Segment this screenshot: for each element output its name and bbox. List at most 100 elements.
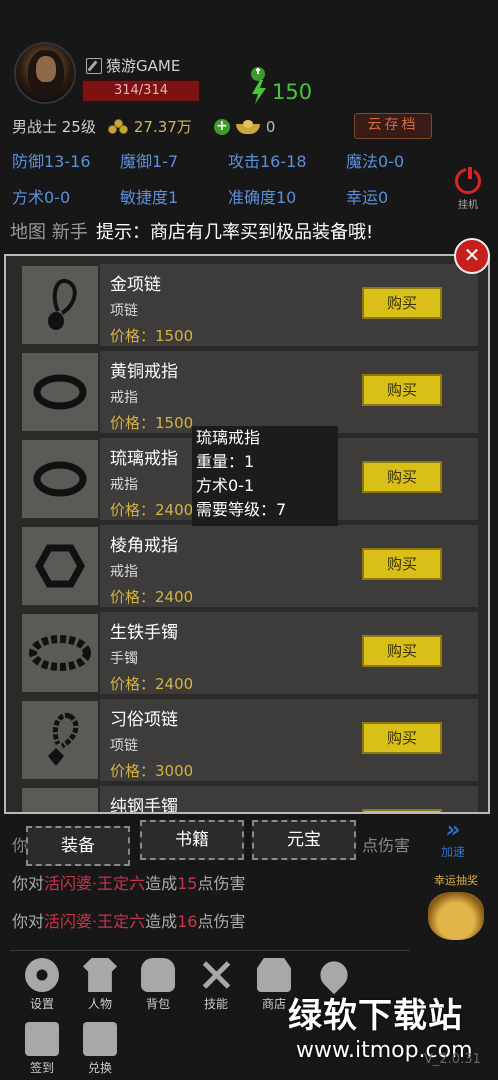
item-type: 戒指: [110, 477, 138, 493]
bag-icon: [141, 958, 175, 992]
log-line-partial-end: 点伤害: [362, 836, 411, 855]
ring-icon: [20, 438, 100, 520]
item-type: 戒指: [110, 390, 138, 406]
necklace-icon: [20, 699, 100, 781]
category-ingots-button[interactable]: 元宝: [252, 820, 356, 860]
shop-item: 棱角戒指 戒指 价格：2400 购买: [20, 525, 478, 607]
bracelet-icon: [20, 786, 100, 812]
nav-exchange[interactable]: 兑换: [78, 1022, 122, 1076]
player-avatar[interactable]: [14, 42, 76, 104]
buy-button[interactable]: 购买: [362, 635, 442, 667]
energy-value: 150: [272, 80, 313, 104]
item-type: 手镯: [110, 651, 138, 667]
lucky-draw-button[interactable]: 幸运抽奖: [418, 872, 494, 940]
item-tooltip: 琉璃戒指 重量：1 方术0-1 需要等级：7: [192, 426, 338, 526]
attr-accuracy: 准确度10: [228, 188, 297, 207]
nav-skills[interactable]: 技能: [194, 958, 238, 1012]
version-label: V_2.0.31: [424, 1052, 481, 1067]
shop-modal: 金项链 项链 价格：1500 购买 黄铜戒指 戒指 价格：1500 购买 琉璃戒…: [4, 254, 490, 814]
combat-log-line: 你对活闪婆·王定六造成15点伤害: [12, 874, 246, 893]
idle-label: 挂机: [458, 200, 478, 211]
gear-icon: [25, 958, 59, 992]
tip-banner: 提示：商店有几率买到极品装备哦!: [96, 222, 374, 243]
hp-bar: 314/314: [82, 80, 200, 102]
item-price: 价格：2400: [110, 675, 194, 693]
map-label: 地图 新手: [10, 222, 88, 243]
buy-button[interactable]: 购买: [362, 374, 442, 406]
shop-item: 生铁手镯 手镯 价格：2400 购买: [20, 612, 478, 694]
money-bag-icon: [428, 892, 484, 940]
item-name: 棱角戒指: [110, 536, 178, 556]
angular-ring-icon: [20, 525, 100, 607]
tooltip-level: 需要等级：7: [196, 500, 287, 519]
attr-luck: 幸运0: [346, 188, 389, 207]
divider: [10, 950, 410, 951]
nav-backpack[interactable]: 背包: [136, 958, 180, 1012]
tooltip-attr: 方术0-1: [196, 476, 255, 495]
player-name-row[interactable]: 猿游GAME: [86, 55, 180, 76]
add-ingot-icon[interactable]: +: [213, 118, 230, 135]
category-books-button[interactable]: 书籍: [140, 820, 244, 860]
cloud-save-button[interactable]: 云存档: [354, 113, 432, 139]
attr-agility: 敏捷度1: [120, 188, 179, 207]
bracelet-icon: [20, 612, 100, 694]
category-equipment-button[interactable]: 装备: [26, 826, 130, 866]
ingot-icon: [235, 119, 260, 134]
sword-icon: [199, 958, 233, 992]
necklace-icon: [20, 264, 100, 346]
attributes-grid: 防御13-16 魔御1-7 攻击16-18 魔法0-0 方术0-0 敏捷度1 准…: [12, 148, 452, 208]
combat-log-line: 你对活闪婆·王定六造成16点伤害: [12, 912, 246, 931]
buy-button[interactable]: 购买: [362, 722, 442, 754]
item-name: 习俗项链: [110, 710, 178, 730]
speed-label: 加速: [440, 845, 465, 859]
attr-defense: 防御13-16: [12, 152, 91, 171]
item-price: 价格：1500: [110, 327, 194, 345]
tooltip-name: 琉璃戒指: [196, 428, 261, 447]
buy-button[interactable]: 购买: [362, 548, 442, 580]
shop-item: 黄铜戒指 戒指 价格：1500 购买: [20, 351, 478, 433]
item-price: 价格：2400: [110, 588, 194, 606]
player-name: 猿游GAME: [106, 57, 181, 75]
edit-icon[interactable]: [86, 57, 102, 74]
item-name: 生铁手镯: [110, 623, 178, 643]
shop-icon: [257, 958, 291, 992]
attr-magic-defense: 魔御1-7: [120, 152, 179, 171]
attr-sorcery: 方术0-0: [12, 188, 71, 207]
item-type: 戒指: [110, 564, 138, 580]
nav-map[interactable]: [312, 955, 356, 995]
exchange-icon: [83, 1022, 117, 1056]
close-shop-button[interactable]: ✕: [454, 238, 490, 274]
stat-line: 男战士 25级 27.37万 + 0: [12, 116, 275, 137]
calendar-icon: [25, 1022, 59, 1056]
item-type: 项链: [110, 303, 138, 319]
power-icon: [455, 165, 481, 194]
buy-button[interactable]: 购买: [362, 461, 442, 493]
shop-item: 纯钢手镯 购买: [20, 786, 478, 814]
attr-magic: 魔法0-0: [346, 152, 405, 171]
shirt-icon: [83, 958, 117, 992]
buy-button[interactable]: 购买: [362, 287, 442, 319]
lucky-draw-label: 幸运抽奖: [434, 874, 478, 887]
ring-icon: [20, 351, 100, 433]
item-name: 纯钢手镯: [110, 797, 178, 814]
gold-coins-icon: [107, 118, 130, 135]
lightning-plus-icon[interactable]: [246, 66, 270, 104]
gold-value: 27.37万: [133, 118, 192, 136]
class-level: 男战士 25级: [12, 118, 96, 136]
shop-item: 习俗项链 项链 价格：3000 购买: [20, 699, 478, 781]
idle-button[interactable]: 挂机: [452, 165, 484, 211]
nav-checkin[interactable]: 签到: [20, 1022, 64, 1076]
speed-button[interactable]: » 加速: [430, 818, 476, 860]
item-type: 项链: [110, 738, 138, 754]
shop-item: 金项链 项链 价格：1500 购买: [20, 264, 478, 346]
buy-button[interactable]: 购买: [362, 809, 442, 812]
speed-icon: »: [445, 818, 461, 843]
item-price: 价格：1500: [110, 414, 194, 432]
item-price: 价格：3000: [110, 762, 194, 780]
energy-display: 150: [246, 66, 312, 104]
ingot-value: 0: [265, 117, 276, 136]
nav-settings[interactable]: 设置: [20, 958, 64, 1012]
watermark: 绿软下载站: [288, 996, 463, 1036]
nav-character[interactable]: 人物: [78, 958, 122, 1012]
item-name: 金项链: [110, 275, 161, 295]
